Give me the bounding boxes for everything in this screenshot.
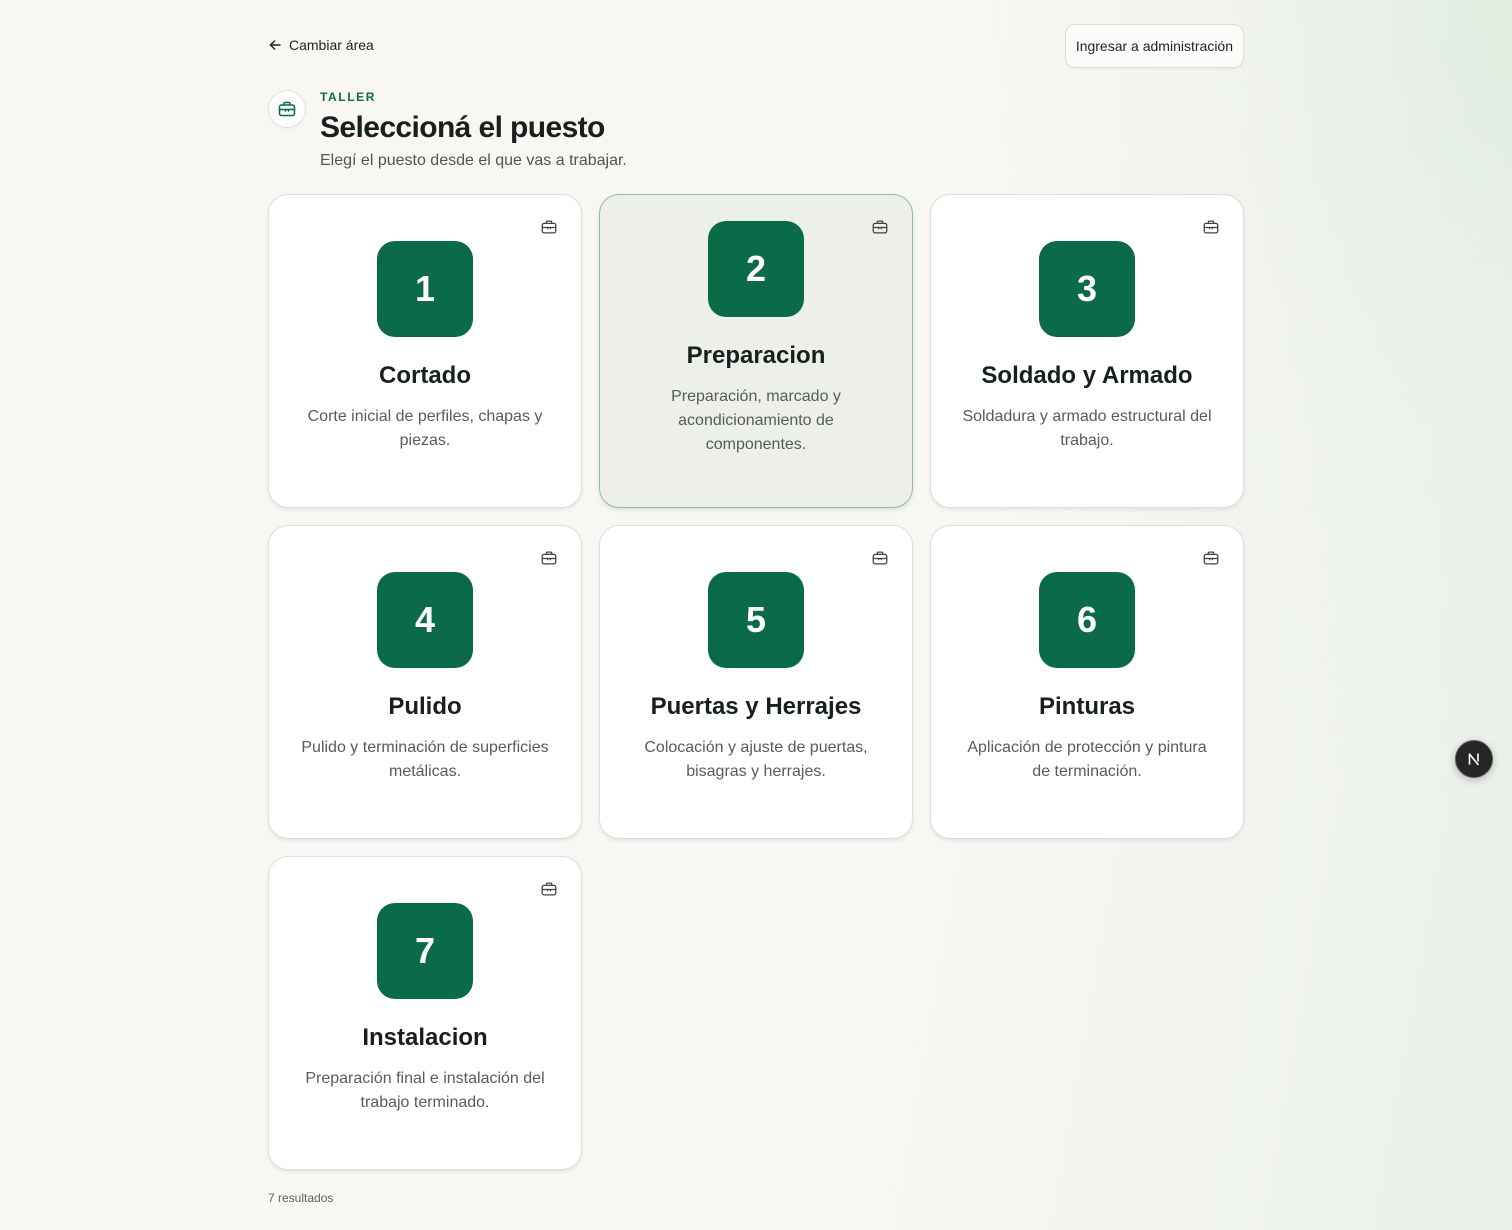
station-card-content: 1 Cortado Corte inicial de perfiles, chapa…	[297, 241, 553, 453]
toolbox-icon	[268, 90, 306, 128]
toolbox-icon	[540, 880, 558, 898]
station-title: Preparacion	[686, 342, 826, 369]
station-card-content: 5 Puertas y Herrajes Colocación y ajuste d…	[628, 572, 884, 784]
station-number-badge: 1	[377, 241, 473, 337]
section-eyebrow: TALLER	[320, 90, 377, 104]
station-description: Colocación y ajuste de puertas, bisagras…	[644, 739, 868, 780]
station-description: Corte inicial de perfiles, chapas y piez…	[307, 408, 543, 449]
change-area-label: Cambiar área	[289, 37, 374, 53]
station-number-badge: 3	[1039, 241, 1135, 337]
station-card[interactable]: 1 Cortado Corte inicial de perfiles, chapa…	[268, 194, 582, 508]
station-title: Puertas y Herrajes	[650, 693, 862, 720]
station-number-badge: 4	[377, 572, 473, 668]
station-card[interactable]: 2 Preparacion Preparación, marcado y acond…	[599, 194, 913, 508]
station-card[interactable]: 4 Pulido Pulido y terminación de superfici…	[268, 525, 582, 839]
station-number-badge: 7	[377, 903, 473, 999]
station-description: Soldadura y armado estructural del traba…	[962, 408, 1212, 449]
page-subtitle: Elegí el puesto desde el que vas a traba…	[320, 152, 627, 169]
station-card[interactable]: 5 Puertas y Herrajes Colocación y ajuste d…	[599, 525, 913, 839]
station-card[interactable]: 7 Instalacion Preparación final e instalac…	[268, 856, 582, 1170]
toolbox-icon	[540, 218, 558, 236]
station-card[interactable]: 3 Soldado y Armado Soldadura y armado estr…	[930, 194, 1244, 508]
station-title: Pinturas	[1038, 693, 1136, 720]
station-description: Preparación final e instalación del trab…	[305, 1070, 545, 1111]
nextjs-logo-icon[interactable]	[1455, 740, 1493, 778]
page-title: Seleccioná el puesto	[320, 111, 605, 144]
change-area-link[interactable]: Cambiar área	[268, 37, 374, 53]
station-title: Instalacion	[362, 1024, 488, 1051]
station-card-content: 4 Pulido Pulido y terminación de superfici…	[297, 572, 553, 784]
station-card-content: 6 Pinturas Aplicación de protección y pint…	[959, 572, 1215, 784]
station-number-badge: 2	[708, 221, 804, 317]
results-count: 7 resultados	[268, 1191, 334, 1205]
toolbox-icon	[1202, 549, 1220, 567]
toolbox-icon	[540, 549, 558, 567]
station-card[interactable]: 6 Pinturas Aplicación de protección y pint…	[930, 525, 1244, 839]
toolbox-icon	[871, 549, 889, 567]
station-title: Cortado	[379, 362, 471, 389]
station-number-badge: 6	[1039, 572, 1135, 668]
station-grid: 1 Cortado Corte inicial de perfiles, chapa…	[268, 194, 1244, 1170]
station-description: Aplicación de protección y pintura de te…	[967, 739, 1207, 780]
admin-login-button[interactable]: Ingresar a administración	[1064, 24, 1244, 68]
station-card-content: 3 Soldado y Armado Soldadura y armado estr…	[959, 241, 1215, 453]
station-title: Pulido	[388, 693, 462, 720]
station-card-content: 7 Instalacion Preparación final e instalac…	[297, 903, 553, 1115]
station-description: Preparación, marcado y acondicionamiento…	[671, 388, 841, 453]
station-card-content: 2 Preparacion Preparación, marcado y acond…	[628, 221, 884, 457]
toolbox-icon	[1202, 218, 1220, 236]
station-title: Soldado y Armado	[981, 362, 1193, 389]
arrow-left-icon	[268, 38, 282, 52]
station-number-badge: 5	[708, 572, 804, 668]
station-description: Pulido y terminación de superficies metá…	[301, 739, 549, 780]
